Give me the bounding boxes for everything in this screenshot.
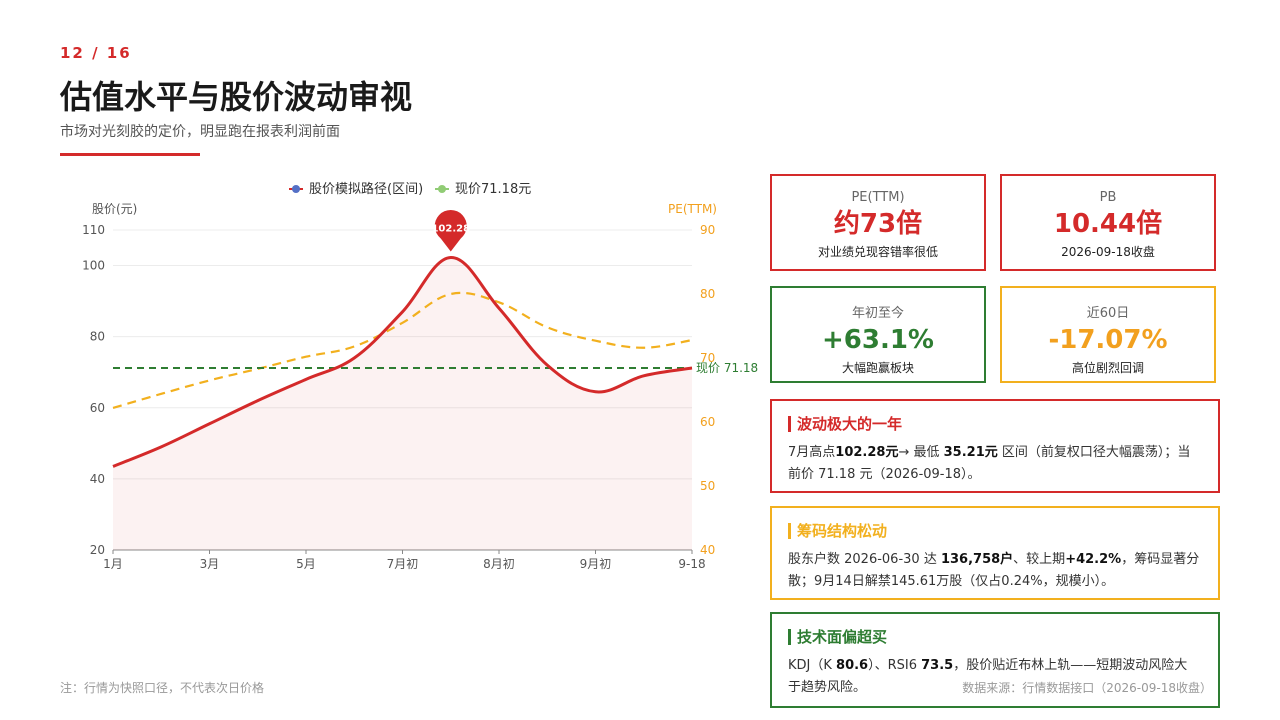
legend-marker — [292, 185, 300, 193]
x-tick-label: 8月初 — [483, 557, 515, 571]
footnote: 注：行情为快照口径，不代表次日价格 — [60, 681, 265, 695]
x-tick-label: 9月初 — [580, 557, 612, 571]
kpi-value: 约73倍 — [833, 209, 923, 239]
kpi-card-ytd: 年初至今 +63.1% 大幅跑赢板块 — [770, 286, 986, 383]
card-text: KDJ（K — [788, 658, 837, 673]
y-left-tick-label: 60 — [90, 401, 105, 415]
card-highlight-value: +42.2% — [1065, 552, 1122, 567]
legend-item-label: 现价71.18元 — [455, 182, 531, 197]
legend-item-label: 股价模拟路径(区间) — [309, 181, 423, 197]
y-right-tick-label: 60 — [700, 415, 715, 429]
card-accent-bar — [788, 415, 791, 432]
card-title: 波动极大的一年 — [797, 415, 903, 433]
kpi-note: 对业绩兑现容错率很低 — [817, 245, 938, 259]
title-underline — [60, 153, 200, 156]
card-volatility: 波动极大的一年 7月高点102.28元→ 最低 35.21元 区间（前复权口径大… — [770, 399, 1220, 493]
card-accent-bar — [788, 522, 791, 539]
data-source: 数据来源：行情数据接口（2026-09-18收盘） — [962, 681, 1212, 695]
x-tick-label: 7月初 — [387, 557, 419, 571]
kpi-value: 10.44倍 — [1053, 209, 1163, 239]
card-title: 筹码结构松动 — [797, 522, 888, 540]
y-left-tick-label: 100 — [82, 259, 105, 273]
x-tick-label: 5月 — [296, 557, 316, 571]
card-highlight-value: 73.5 — [921, 658, 954, 673]
card-highlight-value: 80.6 — [836, 658, 869, 673]
kpi-value: -17.07% — [1048, 325, 1168, 355]
price-chart: 20406080100110405060708090股价(元) PE(TTM)1月… — [82, 181, 758, 571]
y-left-tick-label: 40 — [90, 472, 105, 486]
y-right-tick-label: 90 — [700, 223, 715, 237]
kpi-card-pb: PB 10.44倍 2026-09-18收盘 — [1000, 174, 1216, 271]
y-left-tick-label: 80 — [90, 330, 105, 344]
card-text: 7月高点 — [788, 445, 836, 460]
peak-marker-label: 102.28 — [431, 223, 470, 234]
y-right-tick-label: 40 — [700, 543, 715, 557]
kpi-card-60d: 近60日 -17.07% 高位剧烈回调 — [1000, 286, 1216, 383]
y-right-tick-label: 80 — [700, 287, 715, 301]
kpi-note: 高位剧烈回调 — [1071, 361, 1144, 375]
x-tick-label: 3月 — [200, 557, 220, 571]
card-text: → 最低 — [898, 445, 944, 460]
kpi-label: 近60日 — [1086, 306, 1130, 321]
kpi-label: PB — [1099, 190, 1117, 205]
card-body: 股东户数 2026-06-30 达 136,758户、较上期+42.2%，筹码显… — [788, 549, 1200, 593]
card-highlight-value: 102.28元 — [835, 445, 899, 460]
x-tick-label: 1月 — [103, 557, 123, 571]
card-highlight-value: 136,758户 — [940, 552, 1014, 567]
card-text: 、较上期 — [1013, 552, 1066, 567]
y-left-tick-label: 110 — [82, 223, 105, 237]
price-area-fill — [113, 257, 692, 550]
kpi-note: 2026-09-18收盘 — [1061, 245, 1155, 259]
card-chip-structure: 筹码结构松动 股东户数 2026-06-30 达 136,758户、较上期+42… — [770, 506, 1220, 600]
card-body: 7月高点102.28元→ 最低 35.21元 区间（前复权口径大幅震荡）；当前价… — [788, 442, 1200, 486]
kpi-value: +63.1% — [822, 325, 934, 355]
y-right-tick-label: 50 — [700, 479, 715, 493]
kpi-card-pe: PE(TTM) 约73倍 对业绩兑现容错率很低 — [770, 174, 986, 271]
kpi-note: 大幅跑赢板块 — [841, 361, 914, 375]
page-indicator: 12 / 16 — [60, 44, 132, 62]
y-left-tick-label: 20 — [90, 543, 105, 557]
legend-marker — [438, 185, 446, 193]
current-price-label: 现价 71.18 — [696, 361, 758, 375]
y-right-axis-title: PE(TTM) — [668, 202, 717, 216]
x-tick-label: 9-18 — [678, 557, 705, 571]
card-title: 技术面偏超买 — [797, 628, 888, 646]
y-left-axis-title: 股价(元) — [92, 202, 137, 216]
kpi-label: PE(TTM) — [851, 190, 905, 205]
card-text: ）、RSI6 — [868, 658, 922, 673]
kpi-label: 年初至今 — [851, 306, 904, 321]
card-text: 股东户数 2026-06-30 达 — [788, 552, 941, 567]
card-accent-bar — [788, 628, 791, 645]
card-highlight-value: 35.21元 — [943, 445, 998, 460]
page-title: 估值水平与股价波动审视 — [60, 78, 413, 116]
page-subtitle: 市场对光刻胶的定价，明显跑在报表利润前面 — [60, 124, 340, 140]
